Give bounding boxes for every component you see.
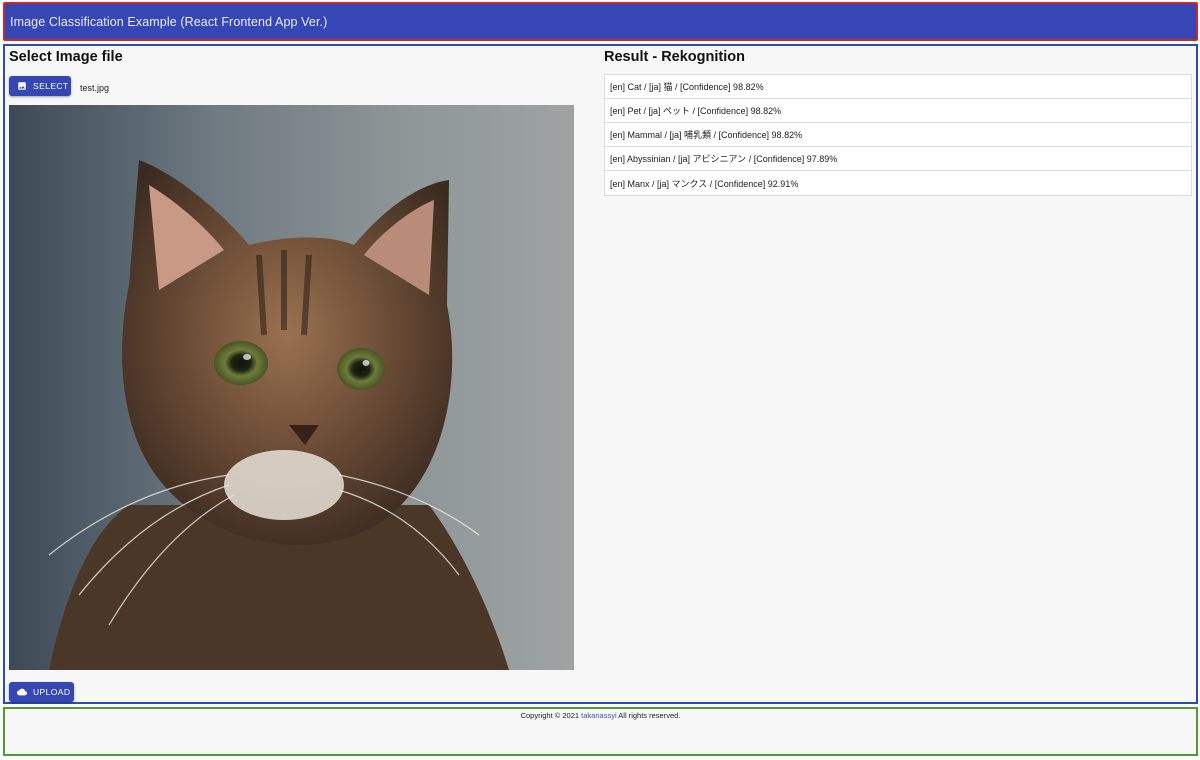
app-bar: Image Classification Example (React Fron… (7, 6, 1194, 37)
upload-button[interactable]: UPLOAD (9, 682, 74, 702)
cloud-icon (17, 687, 27, 697)
select-image-section: Select Image file SELECT test.jpg UPLOAD (9, 48, 577, 702)
result-item: [en] Abyssinian / [ja] アビシニアン / [Confide… (605, 147, 1191, 171)
result-title: Result - Rekognition (604, 49, 745, 65)
result-section: Result - Rekognition [en] Cat / [ja] 猫 /… (604, 48, 1194, 698)
footer-region: Copyright © 2021 takanassyi All rights r… (3, 707, 1198, 756)
result-item: [en] Pet / [ja] ペット / [Confidence] 98.82… (605, 99, 1191, 123)
header-region: Image Classification Example (React Fron… (3, 2, 1198, 41)
result-item: [en] Manx / [ja] マンクス / [Confidence] 92.… (605, 171, 1191, 195)
copyright-text: Copyright © 2021 takanassyi All rights r… (5, 711, 1196, 720)
selected-file-name: test.jpg (80, 83, 110, 93)
upload-button-label: UPLOAD (33, 687, 71, 697)
select-image-title: Select Image file (9, 49, 123, 65)
select-button-label: SELECT (33, 81, 69, 91)
result-item: [en] Cat / [ja] 猫 / [Confidence] 98.82% (605, 75, 1191, 99)
author-link[interactable]: takanassyi (581, 711, 616, 720)
copyright-prefix: Copyright © 2021 (520, 711, 580, 720)
select-button[interactable]: SELECT (9, 76, 71, 96)
image-icon (17, 81, 27, 91)
cat-photo (9, 105, 574, 670)
main-region: Select Image file SELECT test.jpg UPLOAD… (3, 44, 1198, 704)
result-item: [en] Mammal / [ja] 哺乳類 / [Confidence] 98… (605, 123, 1191, 147)
image-preview (9, 105, 574, 670)
app-title: Image Classification Example (React Fron… (10, 14, 328, 29)
result-list: [en] Cat / [ja] 猫 / [Confidence] 98.82% … (604, 74, 1192, 196)
copyright-suffix: All rights reserved. (618, 711, 681, 720)
